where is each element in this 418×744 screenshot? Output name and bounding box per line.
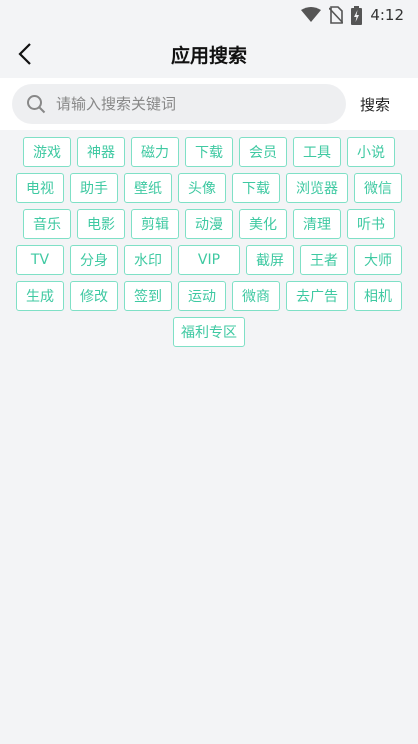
tag-chip[interactable]: VIP [178,245,240,275]
tag-chip[interactable]: 会员 [239,137,287,167]
search-icon [27,95,46,114]
tag-chip[interactable]: 下载 [232,173,280,203]
no-sim-icon [329,6,344,24]
tag-chip[interactable]: 大师 [354,245,402,275]
page-title: 应用搜索 [170,44,247,67]
search-input[interactable] [54,94,318,114]
tag-chip[interactable]: 磁力 [131,137,179,167]
tag-chip[interactable]: 助手 [70,173,118,203]
tag-chip[interactable]: 福利专区 [173,317,245,347]
tag-chip[interactable]: 王者 [300,245,348,275]
tag-chip[interactable]: 浏览器 [286,173,348,203]
tag-row: 音乐 电影 剪辑 动漫 美化 清理 听书 [20,209,398,239]
search-bar: 搜索 [0,78,418,130]
tag-chip[interactable]: 水印 [124,245,172,275]
tag-row: 生成 修改 签到 运动 微商 去广告 相机 [13,281,405,311]
tag-chip[interactable]: 动漫 [185,209,233,239]
chevron-left-icon [18,43,31,65]
tag-chip[interactable]: 头像 [178,173,226,203]
tag-chip[interactable]: 生成 [16,281,64,311]
tag-chip[interactable]: 相机 [354,281,402,311]
tag-chip[interactable]: 听书 [347,209,395,239]
tag-chip[interactable]: 下载 [185,137,233,167]
app-header: 应用搜索 [0,30,418,78]
tag-row: 福利专区 [170,317,248,347]
status-bar: 4:12 [0,0,418,30]
tag-row: 游戏 神器 磁力 下载 会员 工具 小说 [20,137,398,167]
search-button[interactable]: 搜索 [360,94,390,115]
status-time: 4:12 [370,6,404,24]
tag-row: TV 分身 水印 VIP 截屏 王者 大师 [13,245,405,275]
tag-chip[interactable]: 神器 [77,137,125,167]
tag-chip[interactable]: 剪辑 [131,209,179,239]
tag-chip[interactable]: 截屏 [246,245,294,275]
tag-chip[interactable]: 微商 [232,281,280,311]
wifi-icon [301,7,322,23]
back-button[interactable] [10,38,40,70]
battery-charging-icon [351,5,363,25]
tag-chip[interactable]: 修改 [70,281,118,311]
tag-row: 电视 助手 壁纸 头像 下载 浏览器 微信 [13,173,405,203]
tag-chip[interactable]: 工具 [293,137,341,167]
tag-chip[interactable]: TV [16,245,64,275]
tag-chip[interactable]: 壁纸 [124,173,172,203]
tag-chip[interactable]: 美化 [239,209,287,239]
search-box[interactable] [12,84,346,124]
tag-chip[interactable]: 运动 [178,281,226,311]
hot-tags: 游戏 神器 磁力 下载 会员 工具 小说 电视 助手 壁纸 头像 下载 浏览器 微信 音乐 电影 剪辑 动漫 美化清… [0,130,418,353]
tag-chip[interactable]: 去广告 [286,281,348,311]
tag-chip[interactable]: 清理 [293,209,341,239]
tag-chip[interactable]: 分身 [70,245,118,275]
tag-chip[interactable]: 电视 [16,173,64,203]
tag-chip[interactable]: 游戏 [23,137,71,167]
tag-chip[interactable]: 微信 [354,173,402,203]
tag-chip[interactable]: 音乐 [23,209,71,239]
tag-chip[interactable]: 电影 [77,209,125,239]
tag-chip[interactable]: 签到 [124,281,172,311]
tag-chip[interactable]: 小说 [347,137,395,167]
